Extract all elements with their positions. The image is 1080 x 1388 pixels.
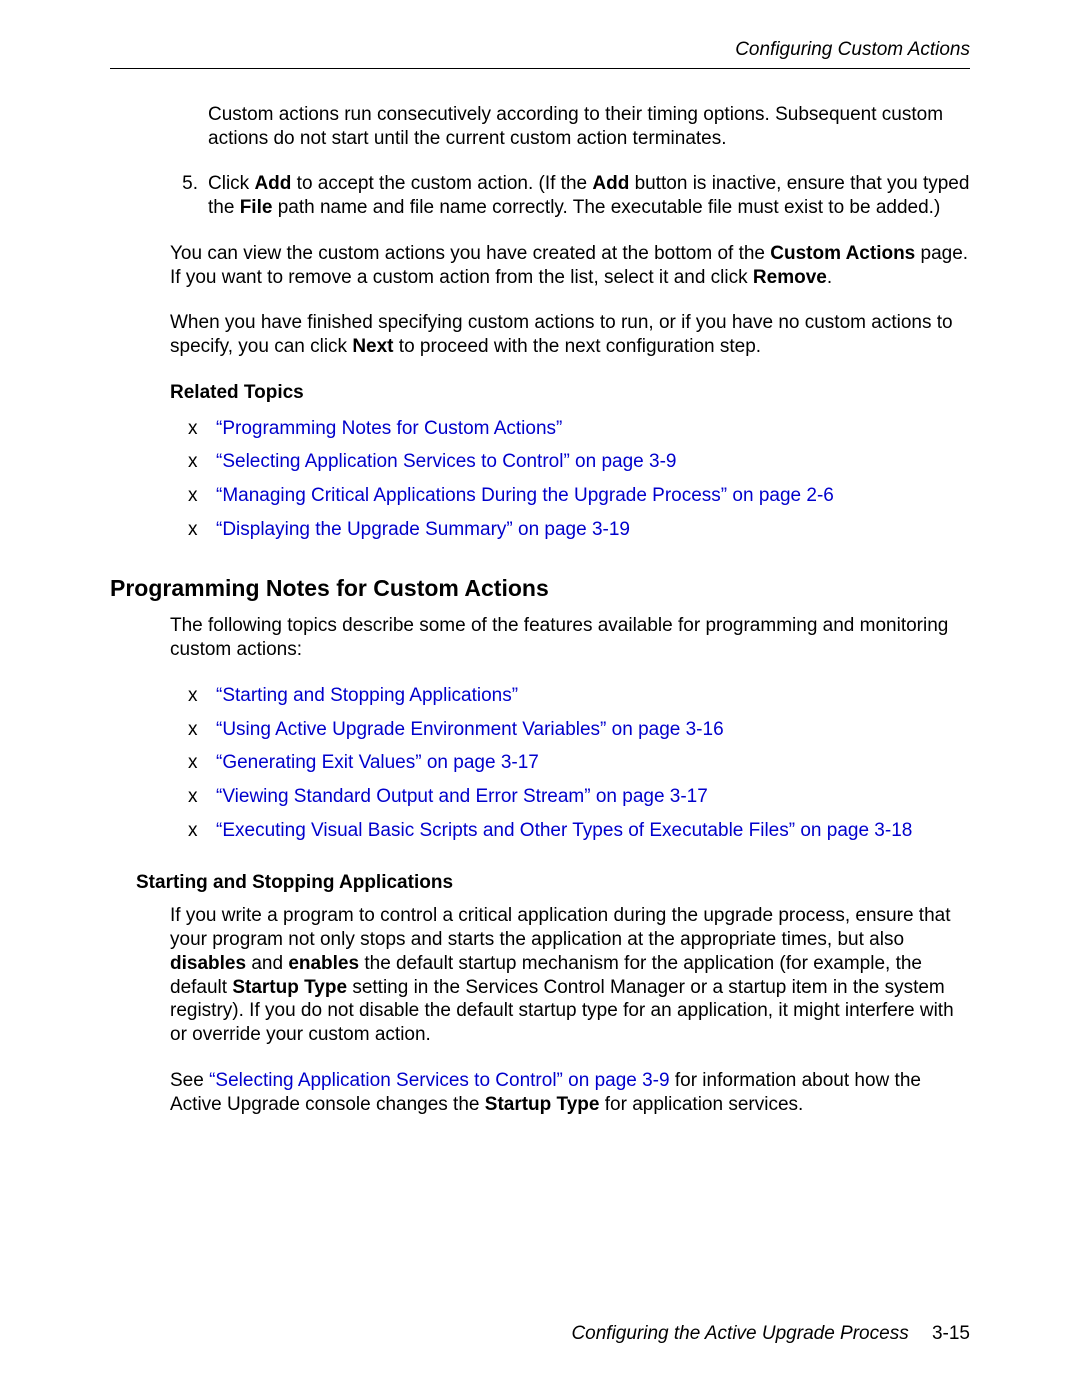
startstop-p2: See “Selecting Application Services to C… (170, 1069, 970, 1117)
ss-p2-end: for application services. (599, 1094, 803, 1115)
page-footer: Configuring the Active Upgrade Process 3… (571, 1322, 970, 1346)
step-5: 5. Click Add to accept the custom action.… (170, 172, 970, 220)
ss-p1-pre: If you write a program to control a crit… (170, 905, 950, 950)
running-head: Configuring Custom Actions (110, 38, 970, 62)
step5-file: File (240, 197, 273, 218)
page: Configuring Custom Actions Custom action… (0, 0, 1080, 1388)
list-item: “Programming Notes for Custom Actions” (186, 417, 970, 441)
startstop-p1: If you write a program to control a crit… (170, 904, 970, 1047)
ss-p1-b3: Startup Type (232, 977, 347, 998)
link-exit-values[interactable]: “Generating Exit Values” on page 3-17 (216, 752, 539, 773)
step5-add1: Add (254, 173, 291, 194)
startstop-body: If you write a program to control a crit… (170, 904, 970, 1116)
ss-p1-b1: disables (170, 953, 246, 974)
timing-text: Custom actions run consecutively accordi… (208, 103, 970, 151)
ss-p1-b2: enables (288, 953, 359, 974)
link-managing-critical[interactable]: “Managing Critical Applications During t… (216, 485, 834, 506)
ss-p1-mid1: and (246, 953, 288, 974)
link-stdout-stderr[interactable]: “Viewing Standard Output and Error Strea… (216, 786, 708, 807)
related-topics-list: “Programming Notes for Custom Actions” “… (170, 417, 970, 542)
view-b2: Remove (753, 267, 827, 288)
view-end: . (827, 267, 832, 288)
link-start-stop[interactable]: “Starting and Stopping Applications” (216, 685, 518, 706)
next-paragraph: When you have finished specifying custom… (170, 311, 970, 359)
programming-body: The following topics describe some of th… (170, 614, 970, 842)
view-pre: You can view the custom actions you have… (170, 243, 770, 264)
link-upgrade-summary[interactable]: “Displaying the Upgrade Summary” on page… (216, 519, 630, 540)
next-end: to proceed with the next configuration s… (394, 336, 762, 357)
list-item: “Executing Visual Basic Scripts and Othe… (186, 819, 970, 843)
list-item: “Displaying the Upgrade Summary” on page… (186, 518, 970, 542)
steps-list: 5. Click Add to accept the custom action.… (170, 172, 970, 220)
programming-links: “Starting and Stopping Applications” “Us… (170, 684, 970, 843)
list-item: “Selecting Application Services to Contr… (186, 450, 970, 474)
related-topics-heading: Related Topics (170, 381, 970, 405)
view-actions-paragraph: You can view the custom actions you have… (170, 242, 970, 290)
content-body: Custom actions run consecutively accordi… (170, 103, 970, 542)
footer-chapter: Configuring the Active Upgrade Process (571, 1323, 908, 1344)
next-b: Next (352, 336, 393, 357)
step5-mid1: to accept the custom action. (If the (291, 173, 592, 194)
heading-programming-notes: Programming Notes for Custom Actions (110, 574, 970, 603)
list-item: “Managing Critical Applications During t… (186, 484, 970, 508)
programming-intro: The following topics describe some of th… (170, 614, 970, 662)
ss-p2-b: Startup Type (485, 1094, 600, 1115)
list-item: “Using Active Upgrade Environment Variab… (186, 718, 970, 742)
ss-p2-pre: See (170, 1070, 209, 1091)
step5-end: path name and file name correctly. The e… (272, 197, 940, 218)
link-selecting-services[interactable]: “Selecting Application Services to Contr… (216, 451, 676, 472)
list-item: “Generating Exit Values” on page 3-17 (186, 751, 970, 775)
list-item: “Viewing Standard Output and Error Strea… (186, 785, 970, 809)
link-vbscript[interactable]: “Executing Visual Basic Scripts and Othe… (216, 820, 912, 841)
link-selecting-services-inline[interactable]: “Selecting Application Services to Contr… (209, 1070, 669, 1091)
heading-start-stop: Starting and Stopping Applications (136, 871, 970, 895)
list-item: “Starting and Stopping Applications” (186, 684, 970, 708)
view-b1: Custom Actions (770, 243, 915, 264)
footer-pagenum: 3-15 (932, 1323, 970, 1344)
timing-paragraph: Custom actions run consecutively accordi… (170, 103, 970, 151)
step5-add2: Add (592, 173, 629, 194)
step-number: 5. (170, 172, 198, 196)
header-rule (110, 68, 970, 69)
link-programming-notes[interactable]: “Programming Notes for Custom Actions” (216, 418, 562, 439)
link-env-vars[interactable]: “Using Active Upgrade Environment Variab… (216, 719, 724, 740)
step5-pre: Click (208, 173, 254, 194)
